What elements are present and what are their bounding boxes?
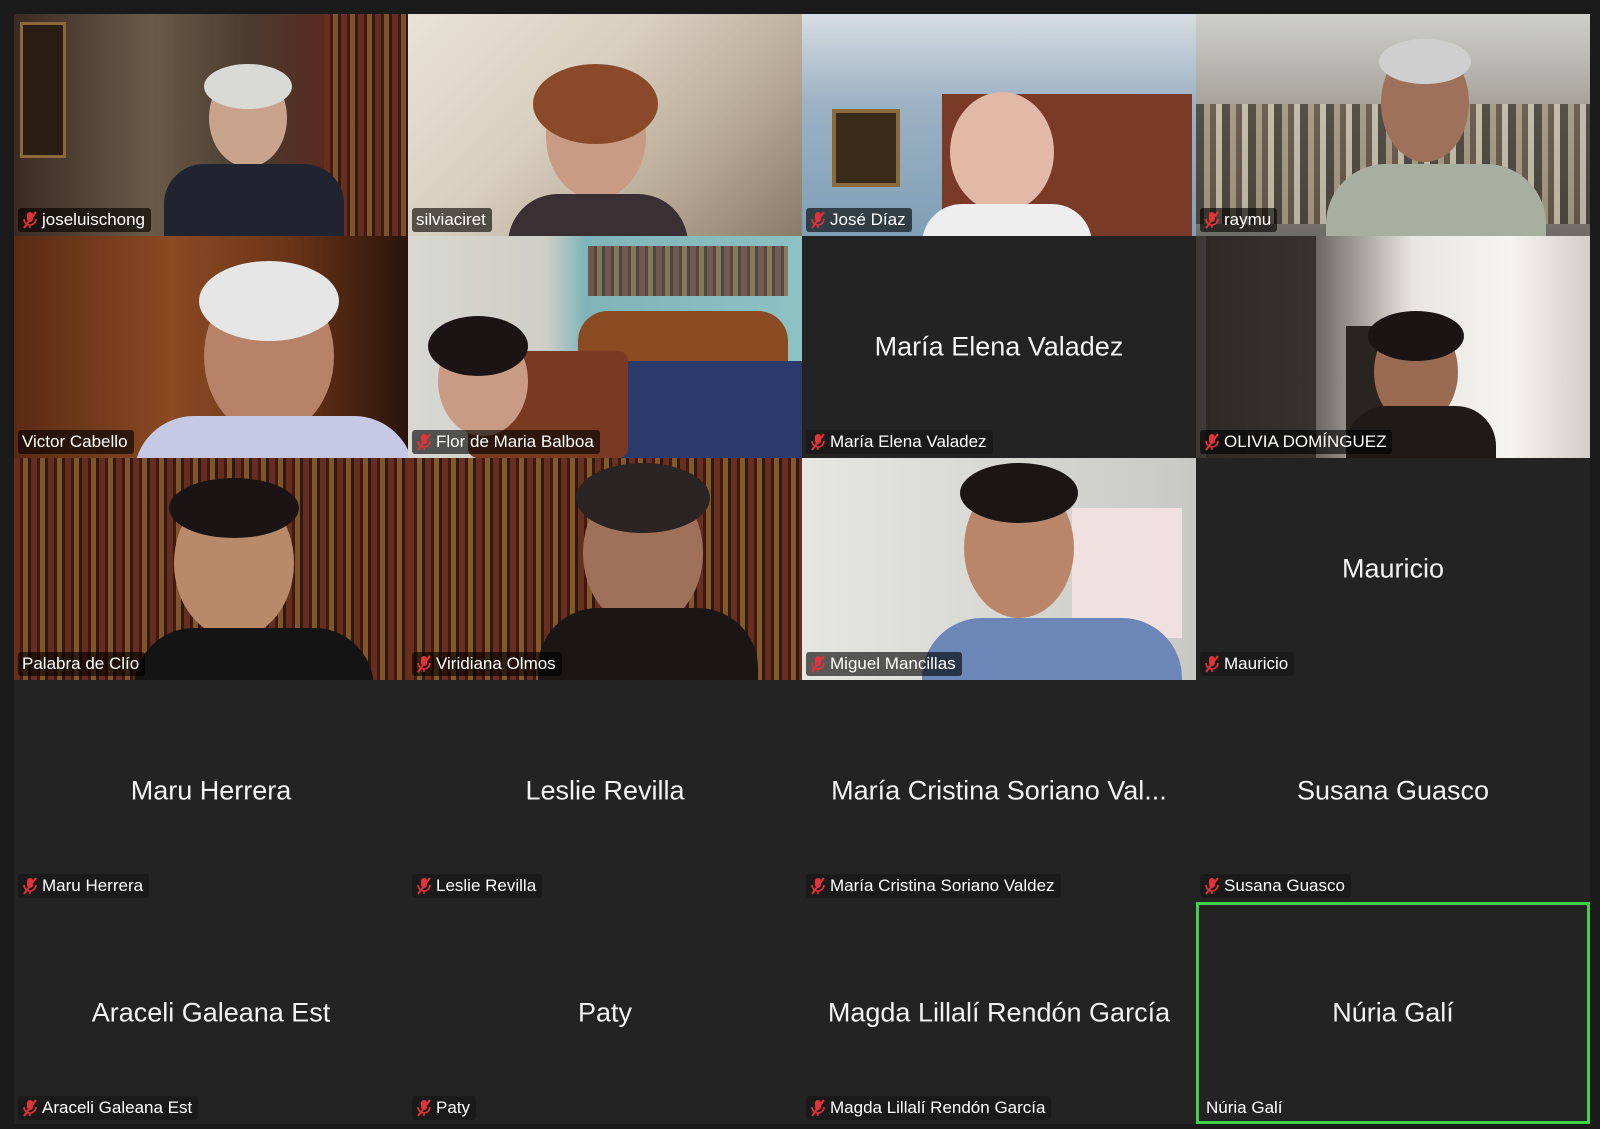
participant-placeholder-name: Maru Herrera bbox=[130, 775, 292, 806]
participant-name: Maru Herrera bbox=[42, 876, 144, 895]
mic-muted-icon bbox=[417, 1099, 431, 1117]
participant-video bbox=[14, 14, 408, 236]
participant-name: Susana Guasco bbox=[1224, 876, 1345, 895]
participant-gallery: joseluischong silviaciret José Díaz raym… bbox=[14, 14, 1594, 1126]
participant-name-tag: María Elena Valadez bbox=[806, 430, 993, 454]
video-tile[interactable]: María Elena Valadez María Elena Valadez bbox=[802, 236, 1196, 458]
participant-name: Magda Lillalí Rendón García bbox=[830, 1098, 1046, 1117]
video-tile[interactable]: OLIVIA DOMÍNGUEZ bbox=[1196, 236, 1590, 458]
video-tile[interactable]: Viridiana Olmos bbox=[408, 458, 802, 680]
video-tile[interactable]: Magda Lillalí Rendón García Magda Lillal… bbox=[802, 902, 1196, 1124]
participant-name: raymu bbox=[1224, 210, 1272, 229]
participant-name-tag: Victor Cabello bbox=[18, 430, 134, 454]
participant-name-tag: OLIVIA DOMÍNGUEZ bbox=[1200, 430, 1393, 454]
mic-muted-icon bbox=[23, 1099, 37, 1117]
participant-video bbox=[14, 458, 408, 680]
participant-placeholder-name: Susana Guasco bbox=[1296, 775, 1490, 806]
participant-name-tag: José Díaz bbox=[806, 208, 912, 232]
participant-name: Mauricio bbox=[1224, 654, 1289, 673]
mic-muted-icon bbox=[417, 433, 431, 451]
participant-name-tag: joseluischong bbox=[18, 208, 152, 232]
participant-video bbox=[802, 14, 1196, 236]
video-tile[interactable]: Leslie Revilla Leslie Revilla bbox=[408, 680, 802, 902]
participant-placeholder-name: Núria Galí bbox=[1332, 997, 1454, 1028]
video-tile[interactable]: Miguel Mancillas bbox=[802, 458, 1196, 680]
mic-muted-icon bbox=[1205, 877, 1219, 895]
participant-video bbox=[802, 458, 1196, 680]
video-tile[interactable]: silviaciret bbox=[408, 14, 802, 236]
video-tile-active-speaker[interactable]: Núria Galí Núria Galí bbox=[1196, 902, 1590, 1124]
participant-name: María Cristina Soriano Valdez bbox=[830, 876, 1055, 895]
mic-muted-icon bbox=[811, 877, 825, 895]
participant-name-tag: Paty bbox=[412, 1096, 477, 1120]
participant-name-tag: Maru Herrera bbox=[18, 874, 150, 898]
participant-name-tag: Viridiana Olmos bbox=[412, 652, 562, 676]
mic-muted-icon bbox=[417, 877, 431, 895]
participant-name-tag: Magda Lillalí Rendón García bbox=[806, 1096, 1052, 1120]
participant-name-tag: Leslie Revilla bbox=[412, 874, 543, 898]
participant-name: Miguel Mancillas bbox=[830, 654, 956, 673]
participant-name-tag: Susana Guasco bbox=[1200, 874, 1351, 898]
participant-name: OLIVIA DOMÍNGUEZ bbox=[1224, 432, 1387, 451]
participant-placeholder-name: María Elena Valadez bbox=[874, 331, 1124, 362]
participant-placeholder-name: Mauricio bbox=[1341, 553, 1445, 584]
participant-placeholder-name: Leslie Revilla bbox=[525, 775, 685, 806]
video-tile[interactable]: Victor Cabello bbox=[14, 236, 408, 458]
participant-name: joseluischong bbox=[42, 210, 146, 229]
mic-muted-icon bbox=[1205, 211, 1219, 229]
video-tile[interactable]: María Cristina Soriano Val... María Cris… bbox=[802, 680, 1196, 902]
mic-muted-icon bbox=[811, 655, 825, 673]
participant-name: José Díaz bbox=[830, 210, 906, 229]
mic-muted-icon bbox=[417, 655, 431, 673]
participant-video bbox=[14, 236, 408, 458]
participant-name: Victor Cabello bbox=[22, 432, 128, 451]
participant-placeholder-name: Magda Lillalí Rendón García bbox=[827, 997, 1171, 1028]
participant-video bbox=[408, 14, 802, 236]
participant-placeholder-name: Paty bbox=[577, 997, 633, 1028]
video-tile[interactable]: Mauricio Mauricio bbox=[1196, 458, 1590, 680]
video-tile[interactable]: Palabra de Clío bbox=[14, 458, 408, 680]
participant-name: María Elena Valadez bbox=[830, 432, 987, 451]
participant-name-tag: María Cristina Soriano Valdez bbox=[806, 874, 1061, 898]
participant-name: Viridiana Olmos bbox=[436, 654, 556, 673]
participant-placeholder-name: Araceli Galeana Est bbox=[91, 997, 331, 1028]
participant-name: Núria Galí bbox=[1206, 1098, 1283, 1117]
participant-name-tag: Miguel Mancillas bbox=[806, 652, 962, 676]
mic-muted-icon bbox=[811, 211, 825, 229]
participant-name-tag: Mauricio bbox=[1200, 652, 1295, 676]
video-tile[interactable]: Flor de Maria Balboa bbox=[408, 236, 802, 458]
mic-muted-icon bbox=[1205, 433, 1219, 451]
participant-name: Paty bbox=[436, 1098, 471, 1117]
participant-name: silviaciret bbox=[416, 210, 486, 229]
participant-video bbox=[408, 458, 802, 680]
participant-name: Araceli Galeana Est bbox=[42, 1098, 193, 1117]
video-tile[interactable]: Paty Paty bbox=[408, 902, 802, 1124]
participant-name: Flor de Maria Balboa bbox=[436, 432, 594, 451]
video-tile[interactable]: joseluischong bbox=[14, 14, 408, 236]
participant-name-tag: Núria Galí bbox=[1202, 1096, 1289, 1120]
video-tile[interactable]: Araceli Galeana Est Araceli Galeana Est bbox=[14, 902, 408, 1124]
participant-video bbox=[408, 236, 802, 458]
participant-name-tag: raymu bbox=[1200, 208, 1278, 232]
mic-muted-icon bbox=[1205, 655, 1219, 673]
participant-name: Leslie Revilla bbox=[436, 876, 537, 895]
participant-name-tag: Araceli Galeana Est bbox=[18, 1096, 199, 1120]
mic-muted-icon bbox=[811, 433, 825, 451]
participant-name-tag: silviaciret bbox=[412, 208, 492, 232]
video-tile[interactable]: Maru Herrera Maru Herrera bbox=[14, 680, 408, 902]
participant-name-tag: Flor de Maria Balboa bbox=[412, 430, 600, 454]
video-tile[interactable]: raymu bbox=[1196, 14, 1590, 236]
participant-placeholder-name: María Cristina Soriano Val... bbox=[831, 775, 1167, 806]
participant-video bbox=[1196, 236, 1590, 458]
participant-name-tag: Palabra de Clío bbox=[18, 652, 146, 676]
video-tile[interactable]: Susana Guasco Susana Guasco bbox=[1196, 680, 1590, 902]
mic-muted-icon bbox=[23, 877, 37, 895]
mic-muted-icon bbox=[23, 211, 37, 229]
mic-muted-icon bbox=[811, 1099, 825, 1117]
participant-video bbox=[1196, 14, 1590, 236]
video-tile[interactable]: José Díaz bbox=[802, 14, 1196, 236]
participant-name: Palabra de Clío bbox=[22, 654, 140, 673]
